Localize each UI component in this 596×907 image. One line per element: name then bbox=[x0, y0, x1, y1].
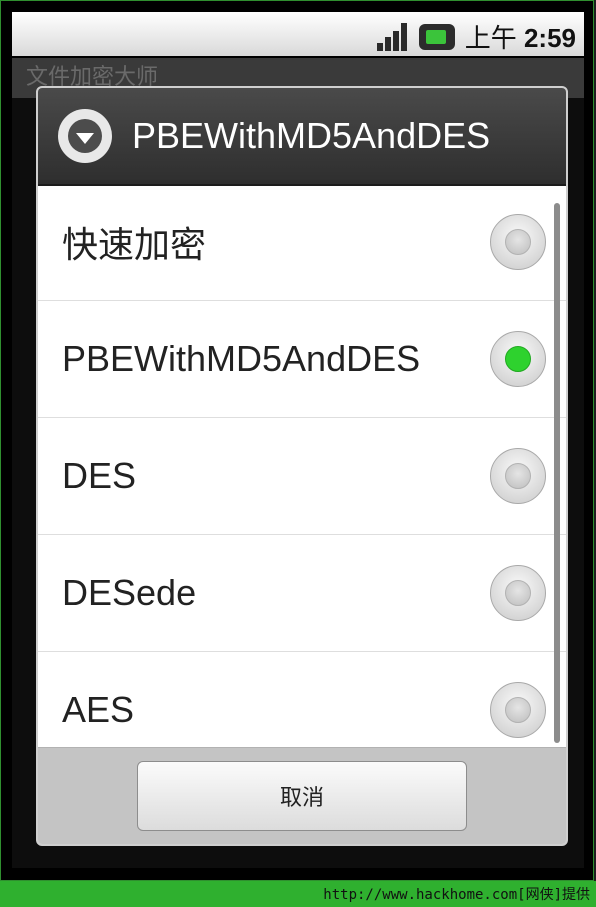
clock: 上午 2:59 bbox=[465, 18, 576, 55]
dialog-header: PBEWithMD5AndDES bbox=[38, 88, 566, 186]
dialog-title: PBEWithMD5AndDES bbox=[132, 115, 491, 156]
algorithm-list: 快速加密 PBEWithMD5AndDES DES DESede AES bbox=[38, 184, 566, 769]
dialog-button-bar: 取消 bbox=[38, 747, 566, 844]
status-icons: 上午 2:59 bbox=[375, 18, 576, 55]
item-label: 快速加密 bbox=[62, 224, 207, 265]
radio-button[interactable] bbox=[490, 565, 546, 621]
radio-button[interactable] bbox=[490, 214, 546, 270]
list-item[interactable]: DES bbox=[38, 418, 566, 535]
encryption-algorithm-dialog: PBEWithMD5AndDES 快速加密 PBEWithMD5AndDES D… bbox=[36, 86, 568, 846]
radio-button-selected[interactable] bbox=[490, 331, 546, 387]
watermark-bar: http://www.hackhome.com[网侠]提供 bbox=[0, 881, 596, 907]
radio-button[interactable] bbox=[490, 682, 546, 738]
item-label: DES bbox=[62, 455, 137, 496]
time-prefix: 上午 bbox=[464, 23, 517, 53]
status-bar: 上午 2:59 bbox=[12, 12, 584, 56]
item-label: AES bbox=[62, 689, 135, 730]
radio-button[interactable] bbox=[490, 448, 546, 504]
item-label: PBEWithMD5AndDES bbox=[62, 338, 421, 379]
signal-icon bbox=[375, 21, 409, 53]
list-item[interactable]: DESede bbox=[38, 535, 566, 652]
list-scrollbar[interactable] bbox=[554, 203, 560, 743]
cancel-button[interactable]: 取消 bbox=[137, 761, 467, 831]
dropdown-circle-icon bbox=[58, 109, 112, 163]
item-label: DESede bbox=[62, 572, 197, 613]
list-item[interactable]: 快速加密 bbox=[38, 184, 566, 301]
list-item[interactable]: PBEWithMD5AndDES bbox=[38, 301, 566, 418]
battery-charging-icon bbox=[418, 23, 455, 50]
time-value: 2:59 bbox=[523, 23, 576, 53]
